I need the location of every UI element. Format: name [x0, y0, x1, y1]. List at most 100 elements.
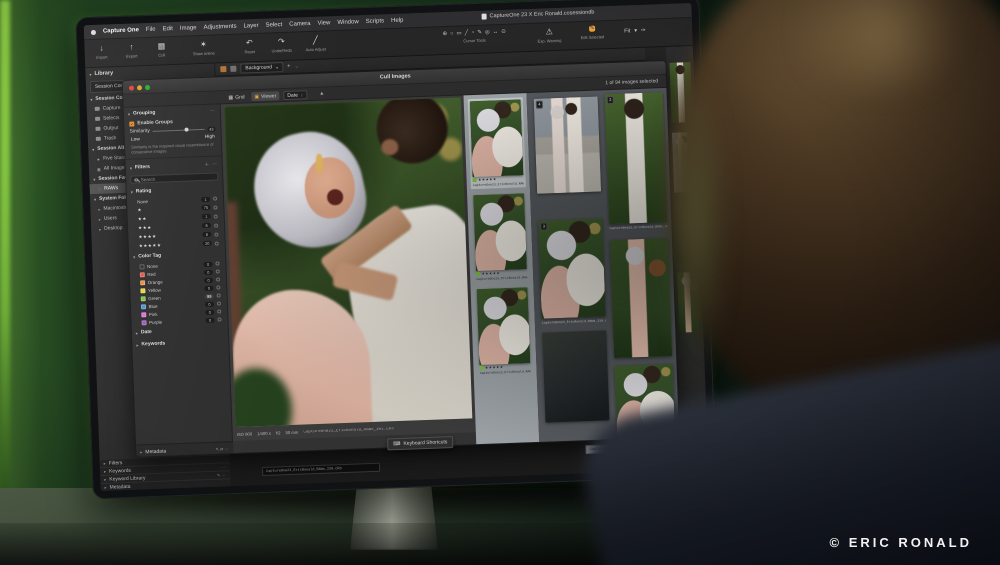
filter-toggle[interactable]: [216, 286, 220, 290]
color-swatch: [140, 280, 145, 285]
menu-camera[interactable]: Camera: [289, 21, 311, 28]
menu-file[interactable]: File: [146, 27, 156, 33]
filmstrip-thumbnail[interactable]: [470, 99, 524, 177]
more-icon[interactable]: ⋯: [221, 464, 226, 469]
grid-view-button[interactable]: ▦Grid: [225, 92, 248, 102]
filter-toggle[interactable]: [216, 278, 220, 282]
screen: Capture One File Edit Image Adjustments …: [84, 3, 709, 491]
filmstrip-cell[interactable]: ★★★★★ CaptureOne23_EricRonald_RAWs_305.C…: [471, 191, 529, 283]
keywords-header[interactable]: ▸Keywords: [132, 336, 228, 352]
document-title: CaptureOne 23 X Eric Ronald.cosessiondb: [482, 10, 595, 20]
group-thumbnail[interactable]: [542, 330, 609, 422]
target-tool-icon[interactable]: ⊙: [501, 29, 506, 35]
menu-select[interactable]: Select: [265, 22, 282, 29]
menu-scripts[interactable]: Scripts: [366, 18, 385, 25]
menu-edit[interactable]: Edit: [162, 26, 173, 32]
auto-adjust-icon: ╱: [300, 34, 330, 46]
updown-icon: ↕: [301, 92, 303, 97]
cull-button[interactable]: ▦Cull: [146, 40, 177, 58]
menu-adjustments[interactable]: Adjustments: [203, 24, 236, 31]
reset-button[interactable]: ↶Reset: [234, 37, 265, 55]
group-filename: CaptureOne23_EricRonald_RAWs_310.CR3: [542, 318, 606, 324]
filter-toggle[interactable]: [215, 241, 219, 245]
auto-adjust-button[interactable]: ╱Auto Adjust: [300, 34, 331, 52]
filter-toggle[interactable]: [214, 223, 218, 227]
spot-tool-icon[interactable]: ◔: [471, 30, 475, 36]
apple-icon[interactable]: [91, 29, 96, 34]
menu-view[interactable]: View: [317, 20, 330, 26]
menu-image[interactable]: Image: [180, 25, 197, 32]
cull-group-grid: 4 2 CaptureOne23_EricRonald_RAWs_303.CR3…: [526, 88, 680, 444]
filter-toggle[interactable]: [214, 232, 218, 236]
group-count-badge: 2: [607, 96, 615, 104]
viewer-view-button[interactable]: ▣Viewer: [251, 91, 279, 101]
menu-help[interactable]: Help: [391, 18, 404, 24]
layer-select[interactable]: Background▾: [240, 62, 283, 74]
tool-icons[interactable]: ✎⋯: [217, 472, 227, 477]
draw-mask-tool-icon[interactable]: ✎: [477, 30, 482, 36]
filter-toggle[interactable]: [213, 197, 217, 201]
sort-by-select[interactable]: Date↕: [283, 90, 307, 100]
filter-toggle[interactable]: [217, 302, 221, 306]
filmstrip-cell[interactable]: ★★★★★ CaptureOne23_EricRonald_RAWs_304.C…: [468, 97, 526, 189]
filmstrip-thumbnail[interactable]: [477, 287, 531, 365]
more-icon[interactable]: ⋯: [210, 108, 216, 114]
group-thumbnail[interactable]: 4: [534, 97, 601, 194]
filmstrip-thumbnail[interactable]: [473, 193, 527, 271]
add-filter-icon[interactable]: ＋ ⋯: [205, 162, 218, 168]
brush-icon[interactable]: ✑: [641, 28, 646, 34]
add-layer-button[interactable]: +: [287, 64, 291, 70]
group-thumbnail[interactable]: 2: [605, 92, 668, 224]
browser-tab[interactable]: CaptureOne23_EricRonald_RAWs_228.CR3: [262, 463, 380, 476]
filter-toggle[interactable]: [217, 310, 221, 314]
exposure-warning-button[interactable]: ⚠Exp. Warning: [532, 26, 567, 44]
zoom-fit-control[interactable]: Fit▾ ✑: [624, 28, 646, 35]
show-online-button[interactable]: ✶Show online: [188, 38, 219, 56]
similarity-slider[interactable]: [153, 128, 204, 131]
color-swatch: [139, 264, 144, 269]
filmstrip-cell[interactable]: ★★★★★ CaptureOne23_EricRonald_RAWs_306.C…: [475, 285, 533, 377]
filter-toggle[interactable]: [217, 294, 221, 298]
group-thumbnail[interactable]: 3: [538, 218, 606, 318]
filter-toggle[interactable]: [216, 270, 220, 274]
viewer-photo[interactable]: [224, 98, 473, 427]
disk-icon: ▸: [98, 206, 100, 211]
rotate-tool-icon[interactable]: ╱: [465, 30, 469, 36]
filter-toggle[interactable]: [214, 214, 218, 218]
color-swatch: [141, 304, 146, 309]
crop-tool-icon[interactable]: ▭: [456, 30, 461, 36]
export-button[interactable]: ↑Export: [116, 41, 147, 59]
document-icon: [482, 14, 487, 20]
pick-color-tool-icon[interactable]: ◎: [485, 29, 490, 35]
metadata-tool-icons[interactable]: ✎⇄⋯: [215, 446, 229, 451]
undo-redo-button[interactable]: ↷Undo/Redo: [266, 36, 297, 54]
filter-toggle[interactable]: [215, 262, 219, 266]
layer-more-button[interactable]: ⌄: [294, 63, 298, 69]
group-filename: CaptureOne23_EricRonald_RAWs_303.CR3: [609, 224, 667, 230]
color-swatch: [141, 296, 146, 301]
menu-capture-one[interactable]: Capture One: [103, 27, 139, 34]
import-button[interactable]: ↓Import: [86, 42, 117, 60]
zoom-tool-icon[interactable]: ○: [450, 31, 454, 37]
green-tag-icon: [473, 178, 477, 182]
sort-direction-icon[interactable]: ▲: [319, 91, 324, 97]
chevron-down-icon: ▾: [276, 65, 278, 70]
menu-window[interactable]: Window: [337, 19, 359, 26]
filters-header[interactable]: ▾Filters＋ ⋯: [126, 159, 222, 175]
keyboard-shortcuts-button[interactable]: ⌨ Keyboard Shortcuts: [387, 436, 454, 450]
photo-head-chain: [316, 154, 324, 173]
slider-knob[interactable]: [185, 128, 189, 132]
folder-icon: ▸: [99, 226, 101, 231]
edit-selected-icon: ✎: [590, 26, 595, 32]
filter-toggle[interactable]: [217, 318, 221, 322]
checkbox-checked-icon[interactable]: ✓: [129, 121, 134, 126]
filter-toggle[interactable]: [213, 205, 217, 209]
ambient-green-strip: [0, 0, 10, 565]
cull-images-window: Cull Images ▦Grid ▣Viewer Date↕ ▲ 1 of 9…: [122, 60, 680, 458]
edit-selected-button[interactable]: ✎Edit Selected: [574, 24, 611, 40]
adjust-tool-icon[interactable]: ↔: [493, 29, 499, 35]
import-icon: ↓: [86, 42, 116, 54]
cull-viewer: ISO 800 1/400 s f/2 50 mm CaptureOne23_E…: [221, 95, 476, 441]
pan-tool-icon[interactable]: ⊕: [442, 31, 447, 37]
menu-layer[interactable]: Layer: [243, 23, 258, 30]
